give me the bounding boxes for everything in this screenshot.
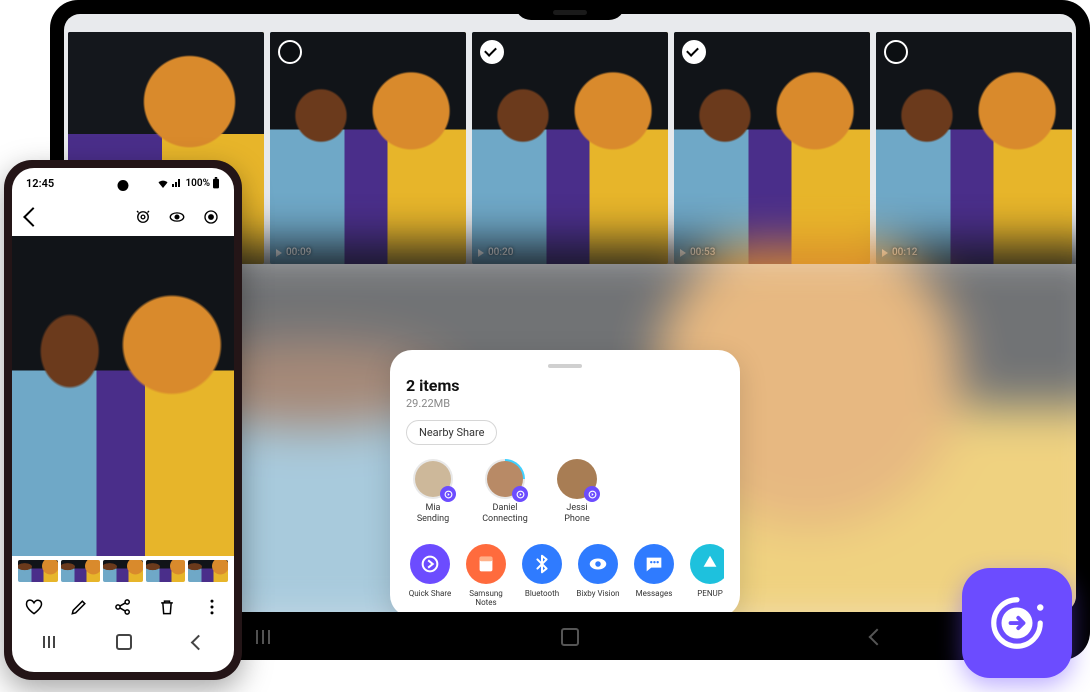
remaster-icon[interactable] [134, 208, 152, 226]
share-app-messages[interactable]: Messages [630, 544, 678, 607]
contact-status: Sending [406, 514, 460, 525]
phone-camera-punch [118, 180, 129, 191]
phone-nav-bar [12, 628, 234, 656]
motion-photo-icon[interactable] [202, 208, 220, 226]
nav-recent-button[interactable] [250, 626, 276, 648]
edit-icon[interactable] [68, 596, 90, 618]
nav-back-button[interactable] [864, 626, 890, 648]
samsung-notes-icon [466, 544, 506, 584]
tablet-camera-notch [515, 4, 625, 20]
nav-back-button[interactable] [190, 634, 206, 650]
share-size: 29.22MB [406, 397, 724, 410]
share-icon[interactable] [112, 596, 134, 618]
nav-home-button[interactable] [557, 626, 583, 648]
selection-checkbox[interactable] [278, 40, 302, 64]
filmstrip-thumb[interactable] [18, 560, 58, 582]
back-button[interactable] [23, 207, 43, 227]
gallery-thumbnail[interactable]: 00:12 [876, 32, 1072, 264]
phone-top-bar [12, 198, 234, 236]
gallery-thumbnail[interactable]: 00:09 [270, 32, 466, 264]
share-sheet: 2 items 29.22MB Nearby Share Mia Sending [390, 350, 740, 612]
share-app-label: Messages [630, 589, 678, 598]
selection-checkbox[interactable] [884, 40, 908, 64]
share-contact[interactable]: Jessi Phone [550, 459, 604, 526]
photo-thumbnail-art [270, 32, 466, 264]
share-contact[interactable]: Mia Sending [406, 459, 460, 526]
bixby-vision-icon[interactable] [168, 208, 186, 226]
penup-icon [690, 544, 724, 584]
selection-checkbox[interactable] [682, 40, 706, 64]
contact-name: Jessi [550, 503, 604, 514]
more-icon[interactable] [201, 596, 223, 618]
photo-thumbnail-art [472, 32, 668, 264]
share-contact[interactable]: Daniel Connecting [478, 459, 532, 526]
tablet-nav-bar [250, 626, 890, 648]
contact-avatar [557, 459, 597, 499]
quick-share-icon [410, 544, 450, 584]
share-app-label: Bixby Vision [574, 589, 622, 598]
gallery-thumbnail[interactable]: 00:20 [472, 32, 668, 264]
filmstrip-thumb[interactable] [61, 560, 101, 582]
selection-checkbox[interactable] [480, 40, 504, 64]
wifi-icon [157, 178, 169, 188]
filmstrip-thumb[interactable] [188, 560, 228, 582]
bixby-vision-icon [578, 544, 618, 584]
nearby-share-chip[interactable]: Nearby Share [406, 420, 497, 445]
quick-share-floating-icon[interactable] [962, 568, 1072, 678]
share-app-penup[interactable]: PENUP [686, 544, 724, 607]
contact-avatar [485, 459, 525, 499]
messages-icon [634, 544, 674, 584]
delete-icon[interactable] [156, 596, 178, 618]
phone-frame: 12:45 100% [4, 160, 242, 680]
quick-share-badge-icon [512, 486, 528, 502]
status-time: 12:45 [26, 177, 54, 190]
nav-home-button[interactable] [116, 634, 132, 650]
bluetooth-icon [522, 544, 562, 584]
nav-recent-button[interactable] [43, 636, 55, 648]
photo-thumbnail-art [876, 32, 1072, 264]
share-contacts-row: Mia Sending Daniel Connecting [406, 459, 724, 526]
filmstrip-thumb[interactable] [103, 560, 143, 582]
contact-avatar [413, 459, 453, 499]
quick-share-badge-icon [584, 486, 600, 502]
quick-share-badge-icon [440, 486, 456, 502]
contact-status: Phone [550, 514, 604, 525]
share-app-bluetooth[interactable]: Bluetooth [518, 544, 566, 607]
photo-main-art [12, 236, 234, 556]
status-icons: 100% [157, 177, 220, 189]
share-app-label: Bluetooth [518, 589, 566, 598]
share-app-quick-share[interactable]: Quick Share [406, 544, 454, 607]
phone-toolbar [12, 586, 234, 628]
gallery-thumbnail[interactable]: 00:53 [674, 32, 870, 264]
phone-photo-main[interactable] [12, 236, 234, 556]
phone-screen: 12:45 100% [12, 168, 234, 672]
phone-filmstrip[interactable] [12, 556, 234, 586]
status-battery: 100% [185, 178, 210, 189]
share-apps-row: Quick Share Samsung Notes Bluetooth [406, 544, 724, 607]
share-title: 2 items [406, 376, 724, 395]
share-app-bixby-vision[interactable]: Bixby Vision [574, 544, 622, 607]
contact-name: Daniel [478, 503, 532, 514]
contact-name: Mia [406, 503, 460, 514]
photo-thumbnail-art [674, 32, 870, 264]
signal-icon [171, 178, 183, 188]
contact-status: Connecting [478, 514, 532, 525]
share-app-label: Samsung Notes [462, 589, 510, 607]
share-app-label: Quick Share [406, 589, 454, 598]
sheet-grabber[interactable] [548, 364, 582, 368]
share-app-samsung-notes[interactable]: Samsung Notes [462, 544, 510, 607]
share-app-label: PENUP [686, 589, 724, 598]
favorite-icon[interactable] [23, 596, 45, 618]
battery-icon [212, 177, 220, 189]
filmstrip-thumb[interactable] [146, 560, 186, 582]
